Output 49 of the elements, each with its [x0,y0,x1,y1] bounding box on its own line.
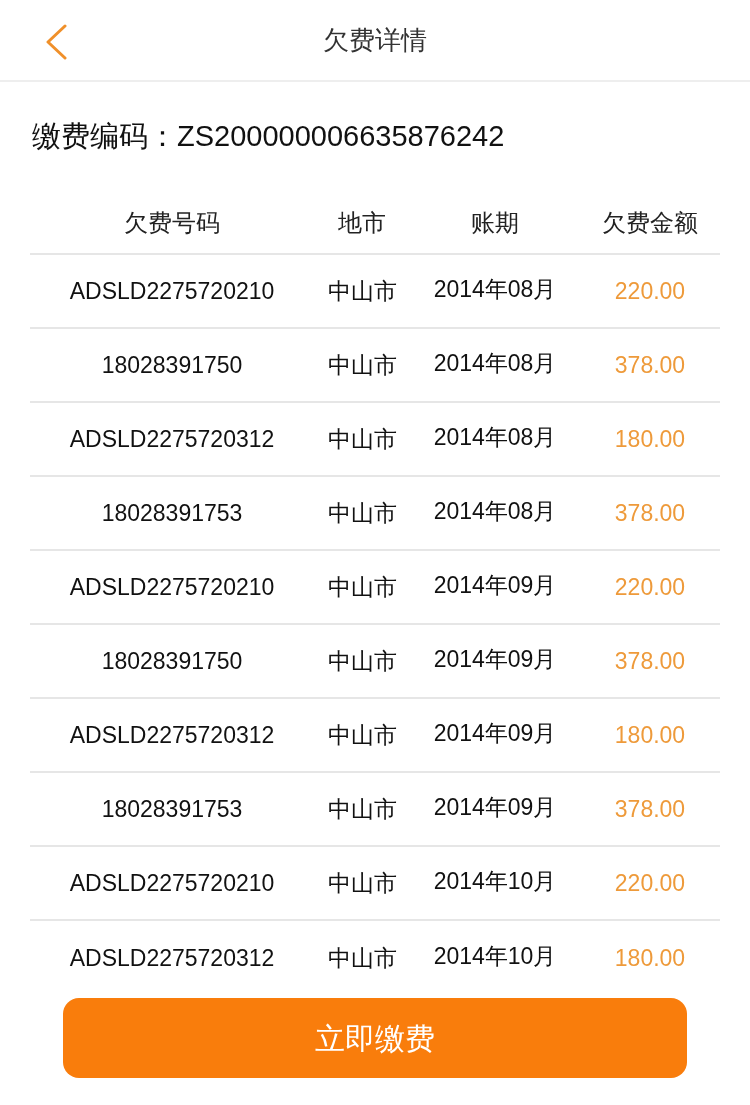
table-cell-text: ADSLD2275720210 [69,572,275,602]
table-cell-text: 2014年08月 [433,274,557,304]
table-cell-text: 中山市 [327,350,397,380]
amount-cell-text: 220.00 [614,868,686,898]
table-cell-text: 2014年09月 [433,718,557,748]
table-cell-text: 2014年09月 [433,570,557,600]
table-cell-text: ADSLD2275720312 [69,943,275,973]
table-cell-text: ADSLD2275720312 [69,720,275,750]
amount-cell-text: 378.00 [614,646,686,676]
table-cell-text: 中山市 [327,943,397,973]
amount-cell-text: 220.00 [614,276,686,306]
table-cell-text: 2014年09月 [433,644,557,674]
column-header: 欠费号码 [124,207,220,238]
amount-cell-text: 378.00 [614,498,686,528]
column-header: 账期 [471,207,519,238]
table-cell-text: 18028391750 [101,646,243,676]
pay-now-button[interactable]: 立即缴费 [63,998,687,1078]
table-cell-text: 2014年10月 [433,941,557,971]
table-cell-text: 中山市 [327,720,397,750]
table-cell-text: 中山市 [327,572,397,602]
table-cell-text: 中山市 [327,646,397,676]
column-header: 欠费金额 [602,207,698,238]
table-cell-text: 2014年08月 [433,496,557,526]
amount-cell-text: 180.00 [614,424,686,454]
table-cell-text: 中山市 [327,424,397,454]
amount-cell-text: 180.00 [614,943,686,973]
table-cell-text: ADSLD2275720210 [69,276,275,306]
table-cell-text: 中山市 [327,276,397,306]
table-cell-text: ADSLD2275720210 [69,868,275,898]
table-cell-text: 2014年09月 [433,792,557,822]
table-cell-text: 中山市 [327,794,397,824]
table-cell-text: 18028391753 [101,498,243,528]
back-chevron-icon [45,24,67,60]
payment-code-label: 缴费编码： [32,119,177,155]
table-cell-text: 中山市 [327,498,397,528]
amount-cell-text: 180.00 [614,720,686,750]
amount-cell-text: 220.00 [614,572,686,602]
table-cell-text: 2014年10月 [433,866,557,896]
table-cell-text: 18028391753 [101,794,243,824]
table-cell-text: ADSLD2275720312 [69,424,275,454]
table-cell-text: 中山市 [327,868,397,898]
amount-cell-text: 378.00 [614,794,686,824]
table-cell-text: 2014年08月 [433,422,557,452]
page-title: 欠费详情 [323,23,427,57]
table-cell-text: 2014年08月 [433,348,557,378]
table-cell-text: 18028391750 [101,350,243,380]
payment-code-value: ZS200000006635876242 [177,119,505,155]
column-header: 地市 [338,207,386,238]
amount-cell-text: 378.00 [614,350,686,380]
